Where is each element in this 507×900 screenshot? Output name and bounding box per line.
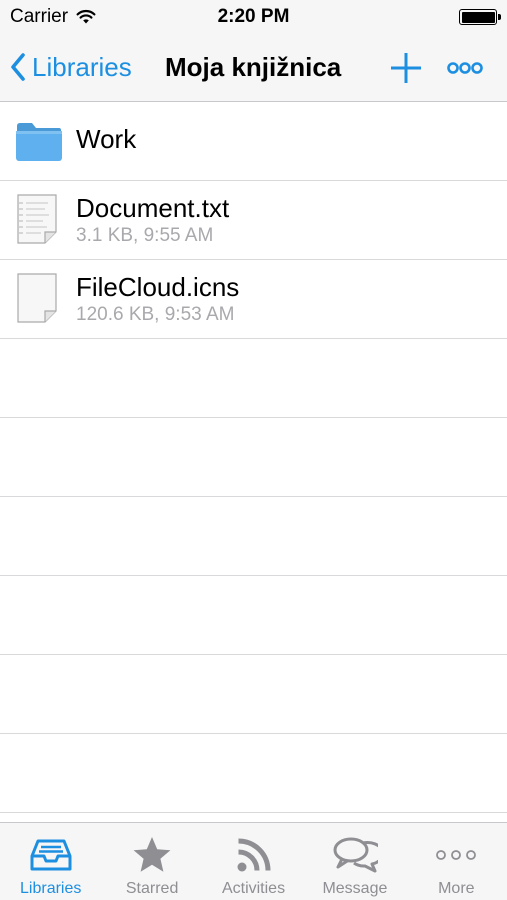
tab-message[interactable]: Message: [304, 823, 405, 900]
back-button-label: Libraries: [32, 51, 132, 82]
list-item-file[interactable]: FileCloud.icns 120.6 KB, 9:53 AM: [0, 260, 507, 339]
list-item-file[interactable]: Document.txt 3.1 KB, 9:55 AM: [0, 181, 507, 260]
star-icon: [133, 837, 171, 872]
empty-row: [0, 576, 507, 655]
ellipsis-icon: [447, 62, 483, 74]
file-name: Work: [76, 124, 137, 154]
tab-more[interactable]: More: [406, 823, 507, 900]
tab-label: Message: [322, 880, 388, 897]
navigation-bar: Libraries Moja knjižnica: [0, 34, 507, 100]
tab-starred[interactable]: Starred: [101, 823, 202, 900]
folder-icon: [16, 123, 62, 161]
battery-icon: [459, 9, 501, 25]
tab-label: Libraries: [20, 880, 82, 897]
top-bar: Carrier 2:20 PM Libraries Moja knjižnica: [0, 0, 507, 102]
tab-label: Activities: [221, 880, 286, 897]
status-bar: Carrier 2:20 PM: [0, 0, 507, 34]
add-button[interactable]: [389, 51, 423, 85]
rss-feed-icon: [237, 838, 271, 872]
file-list: Work Document.txt 3.1 KB, 9:55 AM FileCl…: [0, 102, 507, 813]
list-item-folder[interactable]: Work: [0, 102, 507, 181]
ellipsis-icon: [436, 850, 477, 860]
more-options-button[interactable]: [447, 58, 483, 78]
page-title: Moja knjižnica: [165, 51, 342, 82]
file-name: FileCloud.icns: [76, 272, 240, 302]
text-document-icon: [17, 194, 57, 244]
back-button[interactable]: Libraries: [10, 34, 132, 100]
battery-level-fill: [461, 11, 495, 23]
empty-row: [0, 418, 507, 497]
plus-icon: [391, 53, 421, 83]
empty-row: [0, 497, 507, 576]
generic-document-icon: [17, 273, 57, 323]
empty-row: [0, 734, 507, 813]
empty-row: [0, 339, 507, 418]
tab-label: Starred: [125, 880, 179, 897]
tab-label: More: [438, 880, 475, 897]
file-meta: 120.6 KB, 9:53 AM: [76, 304, 235, 325]
tab-libraries[interactable]: Libraries: [0, 823, 101, 900]
tab-activities[interactable]: Activities: [203, 823, 304, 900]
chat-bubbles-icon: [333, 837, 378, 873]
inbox-tray-icon: [30, 839, 72, 871]
tab-bar: Libraries Starred Activities Message Mor…: [0, 822, 507, 900]
chevron-left-icon: [11, 53, 25, 81]
file-meta: 3.1 KB, 9:55 AM: [76, 225, 214, 246]
empty-row: [0, 655, 507, 734]
status-time: 2:20 PM: [217, 6, 290, 27]
file-name: Document.txt: [76, 193, 230, 223]
